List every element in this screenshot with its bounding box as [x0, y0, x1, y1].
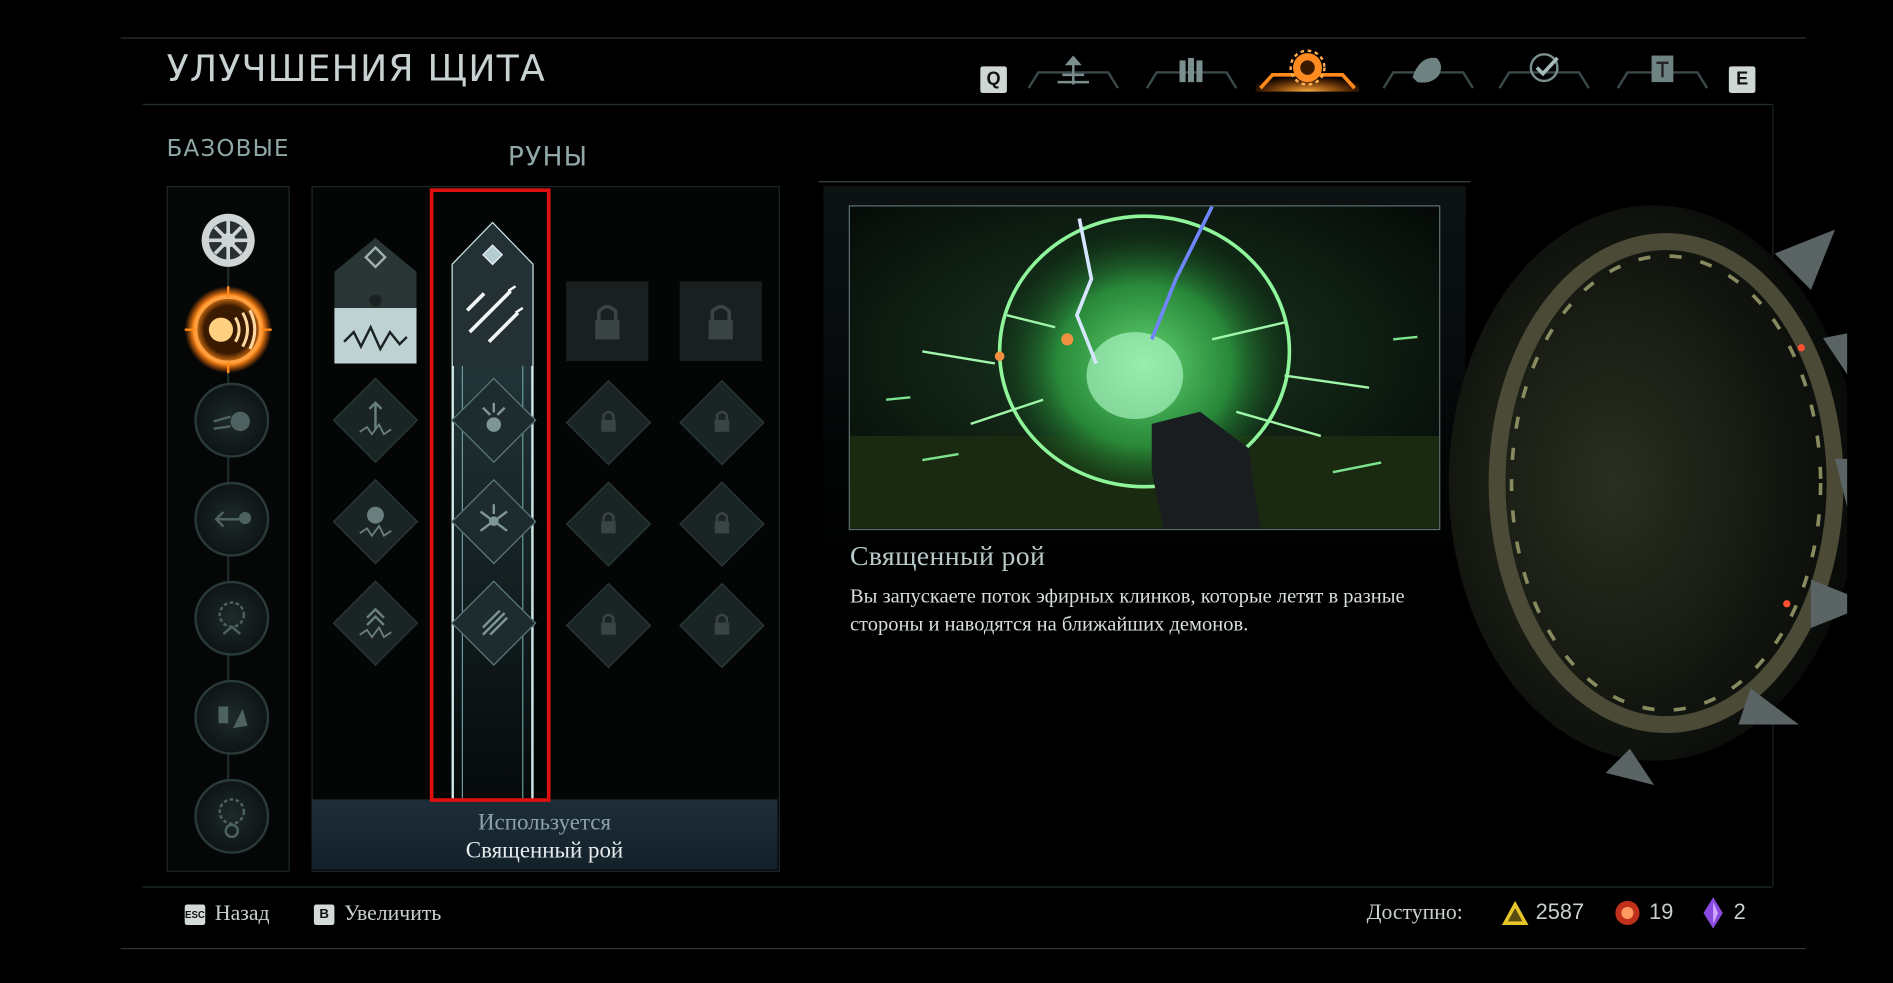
tab-codex[interactable] — [1611, 48, 1715, 89]
lock-icon — [601, 613, 616, 635]
status-value: Священный рой — [465, 838, 624, 864]
tab-prev-key[interactable]: Q — [980, 66, 1007, 93]
locked-rune[interactable] — [566, 281, 649, 362]
basic-node-burst[interactable] — [194, 580, 270, 656]
preview-image — [849, 206, 1440, 529]
currency-batteries: 19 — [1649, 899, 1674, 924]
pull-demon-icon — [214, 511, 252, 528]
rune-upgrade[interactable] — [332, 580, 419, 666]
status-label: Используется — [477, 810, 612, 836]
currency-tokens: 2587 — [1535, 899, 1585, 924]
zoom-button[interactable]: Увеличить — [344, 901, 441, 926]
shield-dash-icon — [213, 411, 250, 432]
rune-column-4 — [679, 281, 767, 764]
basic-node-pull[interactable] — [194, 481, 270, 557]
locked-upgrade[interactable] — [679, 582, 765, 669]
page-title: УЛУЧШЕНИЯ ЩИТА — [166, 48, 546, 91]
back-key[interactable]: ESC — [184, 904, 206, 926]
rune-upgrade[interactable] — [332, 478, 419, 565]
armor-fist-icon — [1382, 57, 1474, 89]
saw-timer-icon — [218, 798, 246, 839]
rune-upgrade[interactable] — [332, 377, 419, 463]
shield-saw-icon — [1255, 49, 1360, 92]
tab-next-key[interactable]: E — [1728, 66, 1756, 93]
shield-charge-icon — [184, 286, 272, 374]
map-icon — [1027, 55, 1119, 89]
energy-demon-icon — [218, 706, 248, 729]
demon-burst-icon — [359, 506, 392, 538]
lock-icon — [601, 512, 616, 534]
rune-column-3 — [565, 281, 653, 764]
chevrons-up-icon — [359, 607, 392, 639]
shield-saw-decoration — [1448, 205, 1848, 785]
lock-icon — [601, 410, 616, 432]
runes-label: РУНЫ — [507, 142, 589, 173]
rune-column-1 — [332, 235, 419, 839]
tab-map[interactable] — [1021, 48, 1125, 89]
upgrade-up-icon — [359, 401, 392, 436]
lock-icon — [708, 304, 733, 340]
tab-challenges[interactable] — [1492, 48, 1596, 89]
rune-description: Вы запускаете поток эфирных клинков, кот… — [849, 584, 1405, 636]
sentinel-battery-icon — [1615, 900, 1640, 926]
locked-upgrade[interactable] — [565, 582, 652, 669]
preview-video[interactable] — [848, 205, 1441, 531]
praetor-token-icon — [1501, 900, 1529, 926]
locked-upgrade[interactable] — [565, 379, 652, 466]
lock-icon — [714, 410, 730, 432]
locked-upgrade[interactable] — [679, 379, 765, 466]
locked-rune[interactable] — [679, 281, 762, 362]
ammo-icon — [1145, 57, 1238, 89]
basic-upgrades-panel — [166, 185, 290, 872]
checkmark-icon — [1498, 53, 1590, 89]
basic-node-dash[interactable] — [194, 382, 270, 458]
tab-shield[interactable] — [1255, 48, 1360, 92]
lock-icon — [714, 512, 730, 534]
saw-blade-icon — [201, 213, 255, 267]
back-button[interactable]: Назад — [215, 901, 270, 926]
lock-icon — [714, 613, 730, 635]
tab-armor[interactable] — [1376, 48, 1480, 89]
tab-ammo[interactable] — [1140, 48, 1244, 89]
crystal-icon — [1703, 897, 1723, 929]
currency-crystals: 2 — [1733, 899, 1746, 924]
basic-node-charge[interactable] — [182, 284, 274, 376]
lock-icon — [595, 304, 620, 340]
basic-node-energy[interactable] — [194, 679, 270, 755]
shock-demon-icon[interactable] — [332, 235, 419, 368]
basic-node-timer[interactable] — [194, 778, 270, 854]
available-label: Доступно: — [1366, 899, 1463, 924]
zoom-key[interactable]: B — [313, 904, 335, 926]
locked-upgrade[interactable] — [565, 481, 652, 567]
rune-title: Священный рой — [849, 541, 1046, 572]
locked-upgrade[interactable] — [679, 481, 765, 567]
highlight-box — [429, 188, 551, 802]
codex-icon — [1616, 55, 1709, 89]
basic-node-saw[interactable] — [199, 211, 257, 269]
blade-burst-icon — [218, 601, 246, 635]
basic-label: БАЗОВЫЕ — [166, 135, 290, 162]
